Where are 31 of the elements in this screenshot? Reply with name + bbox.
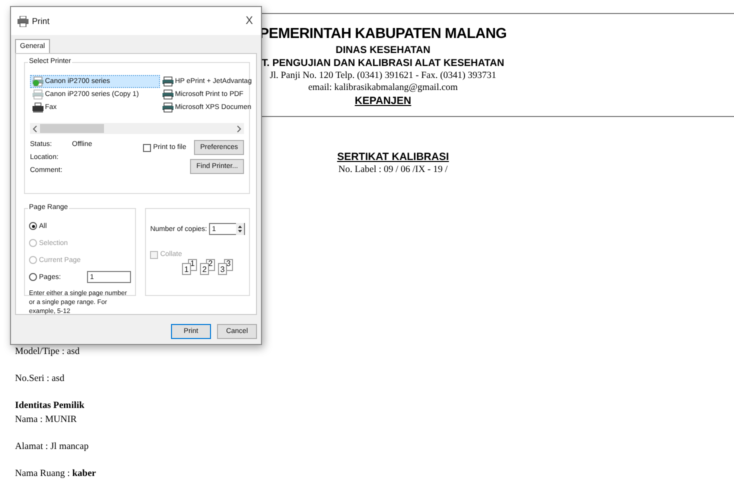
- radio-button[interactable]: [29, 222, 37, 230]
- letterhead-text: Jl. Panji No. 120 Telp. (0341) 391621 - Fax. (0341) 393731: [268, 70, 498, 82]
- certificate-title: SERTIKAT KALIBRASI: [336, 151, 450, 164]
- scrollbar-thumb[interactable]: [40, 124, 104, 133]
- dialog-title: Print: [32, 16, 50, 26]
- scroll-left-icon: [32, 124, 38, 132]
- letterhead-text: T. PENGUJIAN DAN KALIBRASI ALAT KESEHATAN: [260, 57, 506, 70]
- field-text: Alamat : Jl mancap: [15, 441, 89, 454]
- field-text: Model/Tipe : asd: [15, 346, 80, 359]
- label-number: No. Label : 09 / 06 /IX - 19 /: [337, 164, 449, 176]
- close-button[interactable]: X: [244, 15, 255, 27]
- printer-icon: [32, 89, 44, 100]
- horizontal-scrollbar[interactable]: [30, 123, 244, 134]
- printer-icon: [32, 76, 44, 87]
- letterhead-text: email: kalibrasikabmalang@gmail.com: [307, 82, 459, 94]
- field-text: No.Seri : asd: [15, 373, 64, 386]
- printer-icon: [162, 89, 174, 100]
- spinner-arrows-icon: [236, 223, 244, 235]
- printer-icon: [162, 76, 174, 87]
- print-to-file-checkbox[interactable]: [143, 144, 152, 152]
- radio-button[interactable]: [29, 273, 37, 281]
- section-heading: Identitas Pemilik: [15, 400, 84, 413]
- letterhead-title: PEMERINTAH KABUPATEN MALANG: [258, 25, 508, 44]
- letterhead-text: KEPANJEN: [354, 94, 412, 108]
- field-text: Nama : MUNIR: [15, 414, 77, 427]
- printer-icon: [17, 16, 29, 26]
- scroll-right-icon: [236, 124, 242, 132]
- printer-icon: [162, 102, 174, 113]
- fax-icon: [32, 102, 44, 113]
- letterhead-text: DINAS KESEHATAN: [334, 44, 432, 57]
- field-text: Nama Ruang : kaber: [15, 468, 96, 481]
